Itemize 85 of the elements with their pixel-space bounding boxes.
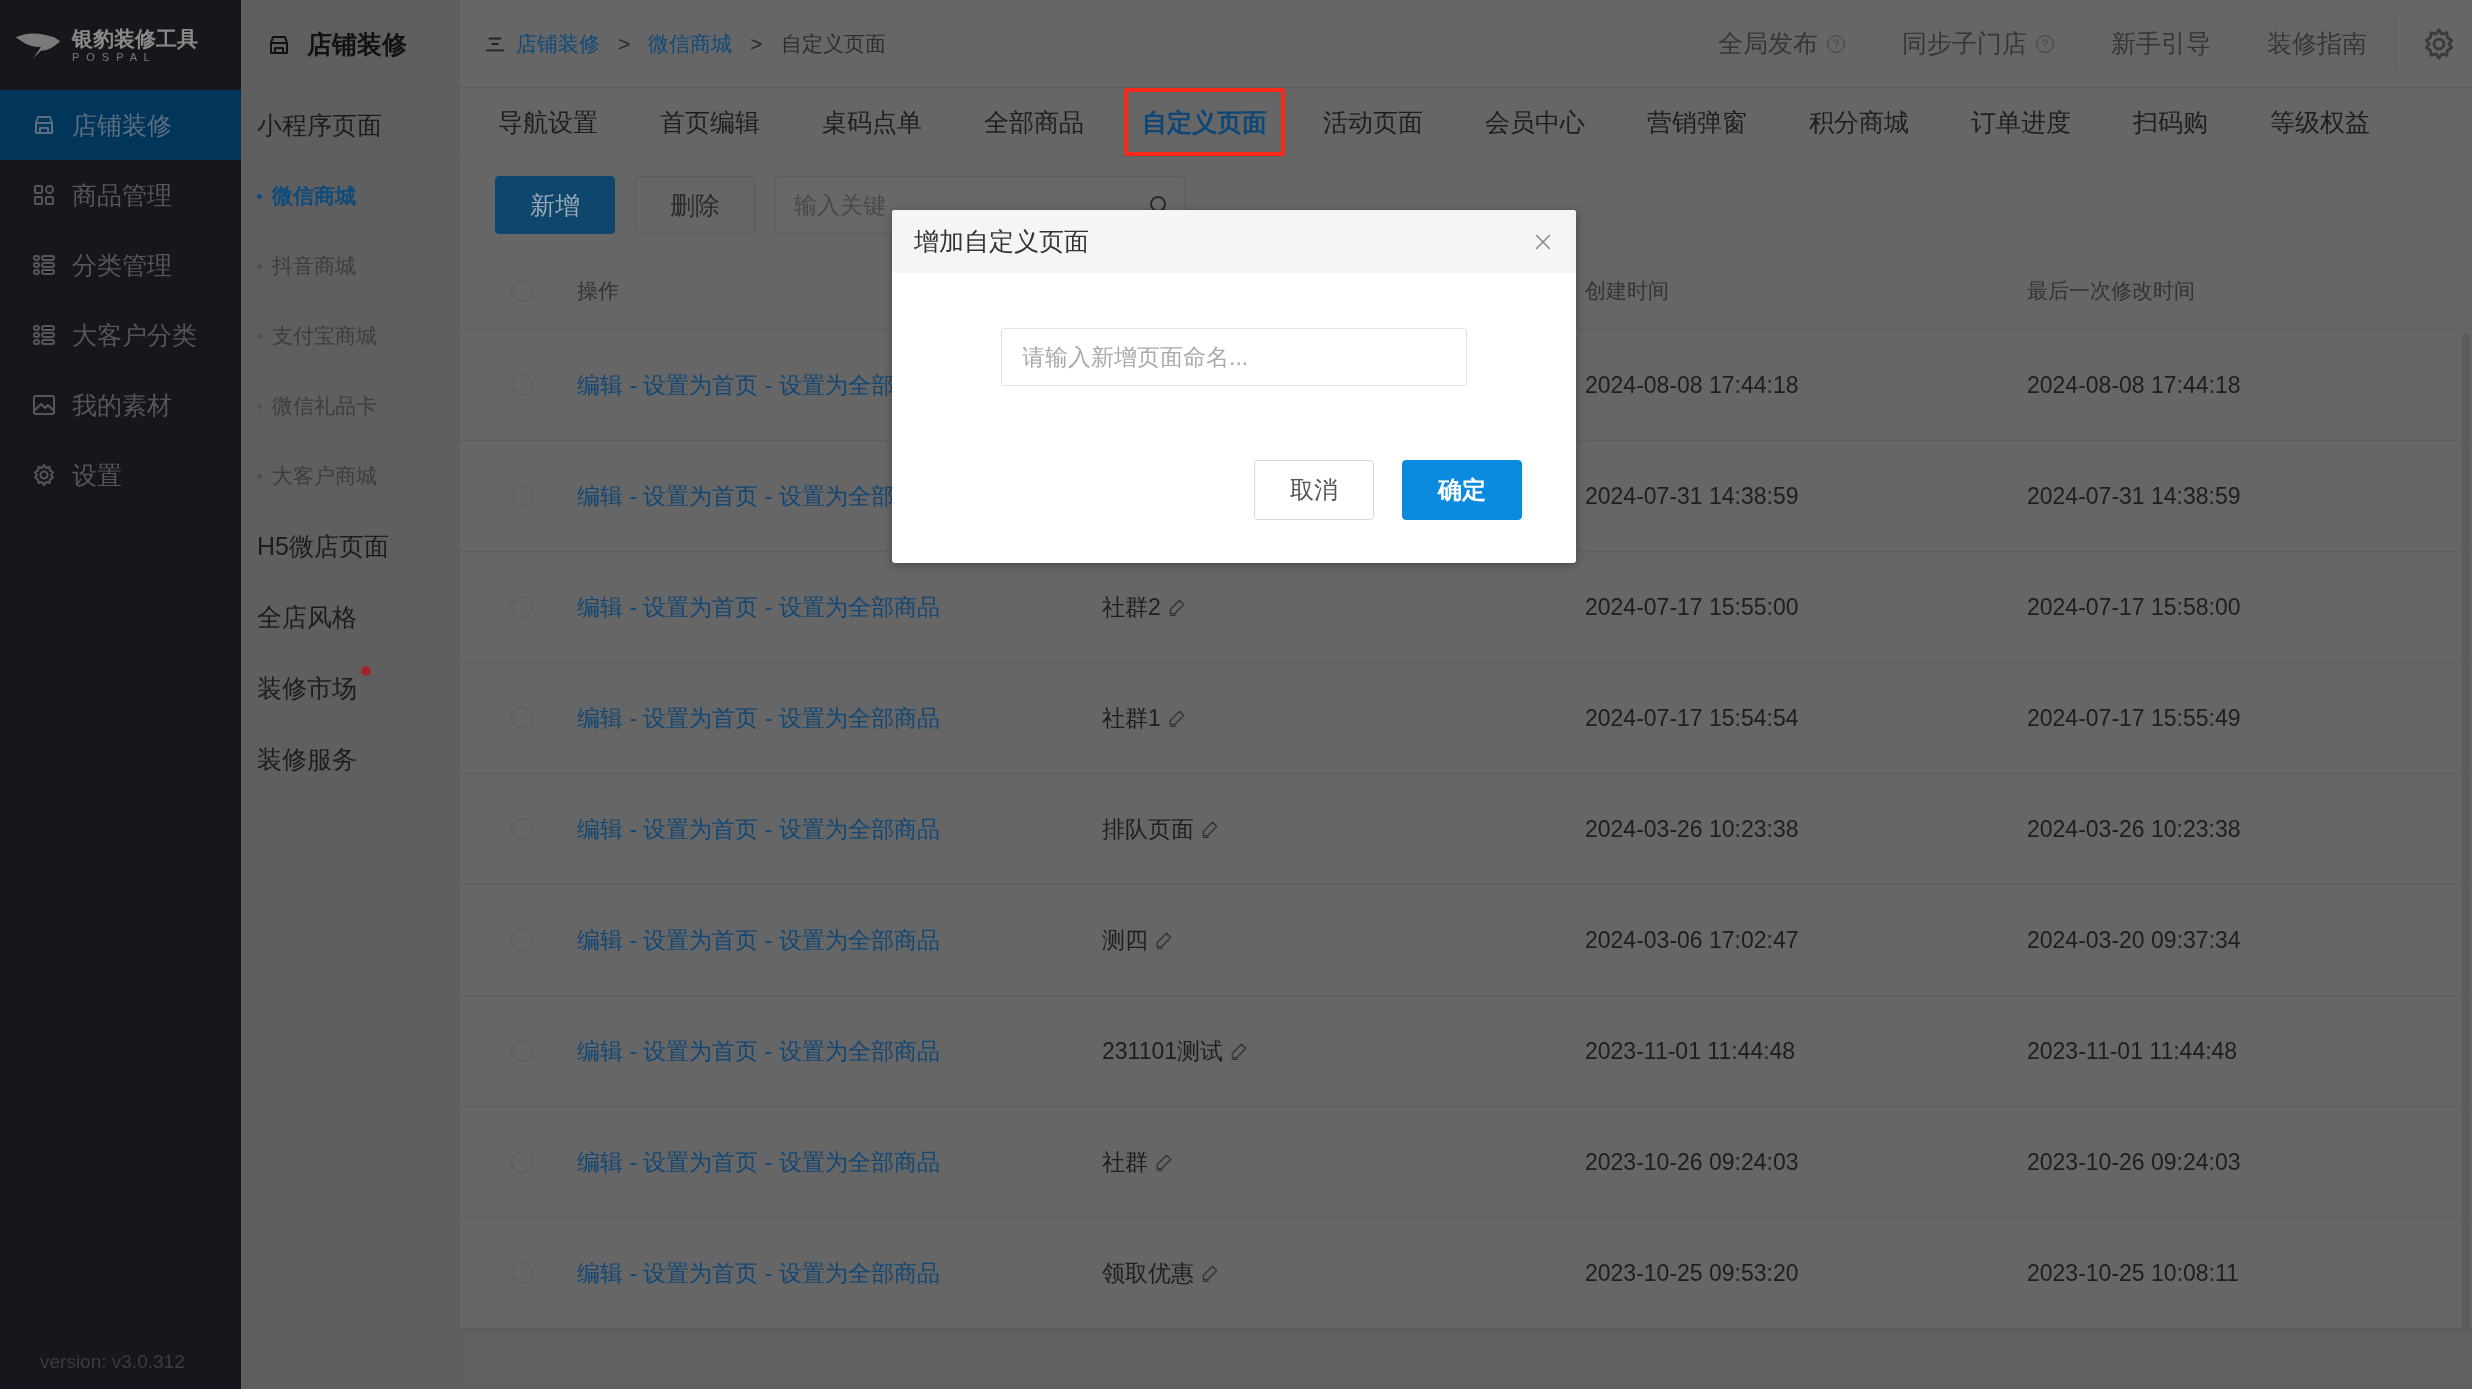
page-name-input[interactable]: 请输入新增页面命名... <box>1001 328 1467 386</box>
table-cell-text: 2023-10-26 09:24:03 <box>1585 1148 1800 1176</box>
row-actions-link[interactable]: 编辑 - 设置为首页 - 设置为全部商品 <box>577 1146 940 1178</box>
tab[interactable]: 等级权益 <box>2266 88 2402 156</box>
pencil-icon[interactable] <box>1200 819 1220 839</box>
table-cell-text: 领取优惠 <box>1102 1258 1194 1288</box>
settings-icon[interactable] <box>2422 26 2456 61</box>
table-cell-text: 2024-07-17 15:55:00 <box>1585 593 1800 621</box>
table-cell-text: 社群 <box>1102 1147 1148 1177</box>
breadcrumb-current: 自定义页面 <box>780 30 886 57</box>
logo-subtitle: P O S P A L <box>72 50 153 63</box>
delete-button[interactable]: 删除 <box>635 176 755 234</box>
cancel-button[interactable]: 取消 <box>1254 460 1374 520</box>
shop-icon <box>32 113 56 137</box>
pencil-icon[interactable] <box>1154 1152 1174 1172</box>
table-cell-text: 2024-08-08 17:44:18 <box>1585 371 1800 399</box>
table-cell-text: 2024-03-06 17:02:47 <box>1585 926 1800 954</box>
row-actions-link[interactable]: 编辑 - 设置为首页 - 设置为全部 <box>577 369 894 401</box>
help-icon <box>2035 33 2055 54</box>
nav-section[interactable]: 全店风格 <box>257 582 448 653</box>
table-cell-text: 2023-11-01 11:44:48 <box>2027 1037 2239 1065</box>
nav-section[interactable]: 装修服务 <box>257 724 448 795</box>
tab[interactable]: 会员中心 <box>1481 88 1617 156</box>
table-cell-text: 2024-07-31 14:38:59 <box>2027 482 2242 510</box>
breadcrumb-separator: > <box>617 31 632 56</box>
image-icon <box>32 393 56 417</box>
pencil-icon[interactable] <box>1154 930 1174 950</box>
tab[interactable]: 导航设置 <box>494 88 630 156</box>
sidebar-item[interactable]: 我的素材 <box>0 370 241 440</box>
add-button[interactable]: 新增 <box>495 176 615 234</box>
row-actions-link[interactable]: 编辑 - 设置为首页 - 设置为全部商品 <box>577 924 940 956</box>
table-cell-text: 2023-11-01 11:44:48 <box>1585 1037 1797 1065</box>
table-cell-text: 231101测试 <box>1102 1036 1224 1066</box>
table-cell-text: 2024-08-08 17:44:18 <box>2027 371 2242 399</box>
row-actions-link[interactable]: 编辑 - 设置为首页 - 设置为全部商品 <box>577 702 940 734</box>
table-cell-text: 2023-10-26 09:24:03 <box>2027 1148 2242 1176</box>
sidebar-item[interactable]: 设置 <box>0 440 241 510</box>
tab[interactable]: 扫码购 <box>2129 88 2240 156</box>
table-cell-text: 2024-03-26 10:23:38 <box>1585 815 1800 843</box>
tab[interactable]: 自定义页面 <box>1124 88 1285 156</box>
table-cell-text: 2023-10-25 10:08:11 <box>2027 1259 2240 1287</box>
confirm-button[interactable]: 确定 <box>1402 460 1522 520</box>
breadcrumb-link[interactable]: 店铺装修 <box>516 29 600 58</box>
table-cell-text: 2024-03-26 10:23:38 <box>2027 815 2242 843</box>
breadcrumb-link[interactable]: 微信商城 <box>648 29 733 58</box>
table-cell-text: 社群1 <box>1102 703 1161 733</box>
tab[interactable]: 营销弹窗 <box>1643 88 1779 156</box>
tab[interactable]: 首页编辑 <box>656 88 792 156</box>
tab[interactable]: 积分商城 <box>1805 88 1941 156</box>
table-cell-text: 2024-07-17 15:54:54 <box>1585 704 1800 732</box>
table-cell-text: 2024-03-20 09:37:34 <box>2027 926 2242 954</box>
notification-dot <box>361 665 371 676</box>
row-actions-link[interactable]: 编辑 - 设置为首页 - 设置为全部商品 <box>577 1035 940 1067</box>
tab[interactable]: 活动页面 <box>1319 88 1455 156</box>
row-actions-link[interactable]: 编辑 - 设置为首页 - 设置为全部商品 <box>577 813 940 845</box>
row-actions-link[interactable]: 编辑 - 设置为首页 - 设置为全部商品 <box>577 1257 940 1289</box>
table-cell-text: 2023-10-25 09:53:20 <box>1585 1259 1800 1287</box>
list-icon <box>32 253 56 277</box>
sidebar-item[interactable]: 分类管理 <box>0 230 241 300</box>
tab[interactable]: 桌码点单 <box>818 88 954 156</box>
nav-section[interactable]: 小程序页面 <box>257 90 448 161</box>
logo-title: 银豹装修工具 <box>72 27 198 51</box>
row-actions-link[interactable]: 编辑 - 设置为首页 - 设置为全部商品 <box>577 591 940 623</box>
tab[interactable]: 订单进度 <box>1967 88 2103 156</box>
sidebar-item[interactable]: 商品管理 <box>0 160 241 230</box>
sidebar-item[interactable]: 店铺装修 <box>0 90 241 160</box>
nav-section[interactable]: 装修市场 <box>257 653 448 724</box>
table-cell-text: 2024-07-31 14:38:59 <box>1585 482 1800 510</box>
row-actions-link[interactable]: 编辑 - 设置为首页 - 设置为全部 <box>577 480 894 512</box>
nav-section[interactable]: H5微店页面 <box>257 511 448 582</box>
panel-title: 店铺装修 <box>257 0 448 90</box>
breadcrumb-separator: > <box>749 31 764 56</box>
sidebar-item[interactable]: 大客户分类 <box>0 300 241 370</box>
list-icon <box>32 323 56 347</box>
table-cell-text: 排队页面 <box>1102 814 1194 844</box>
pencil-icon[interactable] <box>1200 1263 1220 1283</box>
tab[interactable]: 全部商品 <box>980 88 1116 156</box>
table-cell-text: 测四 <box>1102 925 1148 955</box>
gear-icon <box>32 463 56 487</box>
nav-item[interactable]: 微信商城 <box>257 161 448 231</box>
help-icon <box>1826 33 1846 54</box>
table-cell-text: 2024-07-17 15:58:00 <box>2027 593 2242 621</box>
table-cell-text: 2024-07-17 15:55:49 <box>2027 704 2242 732</box>
table-cell-text: 社群2 <box>1102 592 1161 622</box>
grid-icon <box>32 183 56 207</box>
